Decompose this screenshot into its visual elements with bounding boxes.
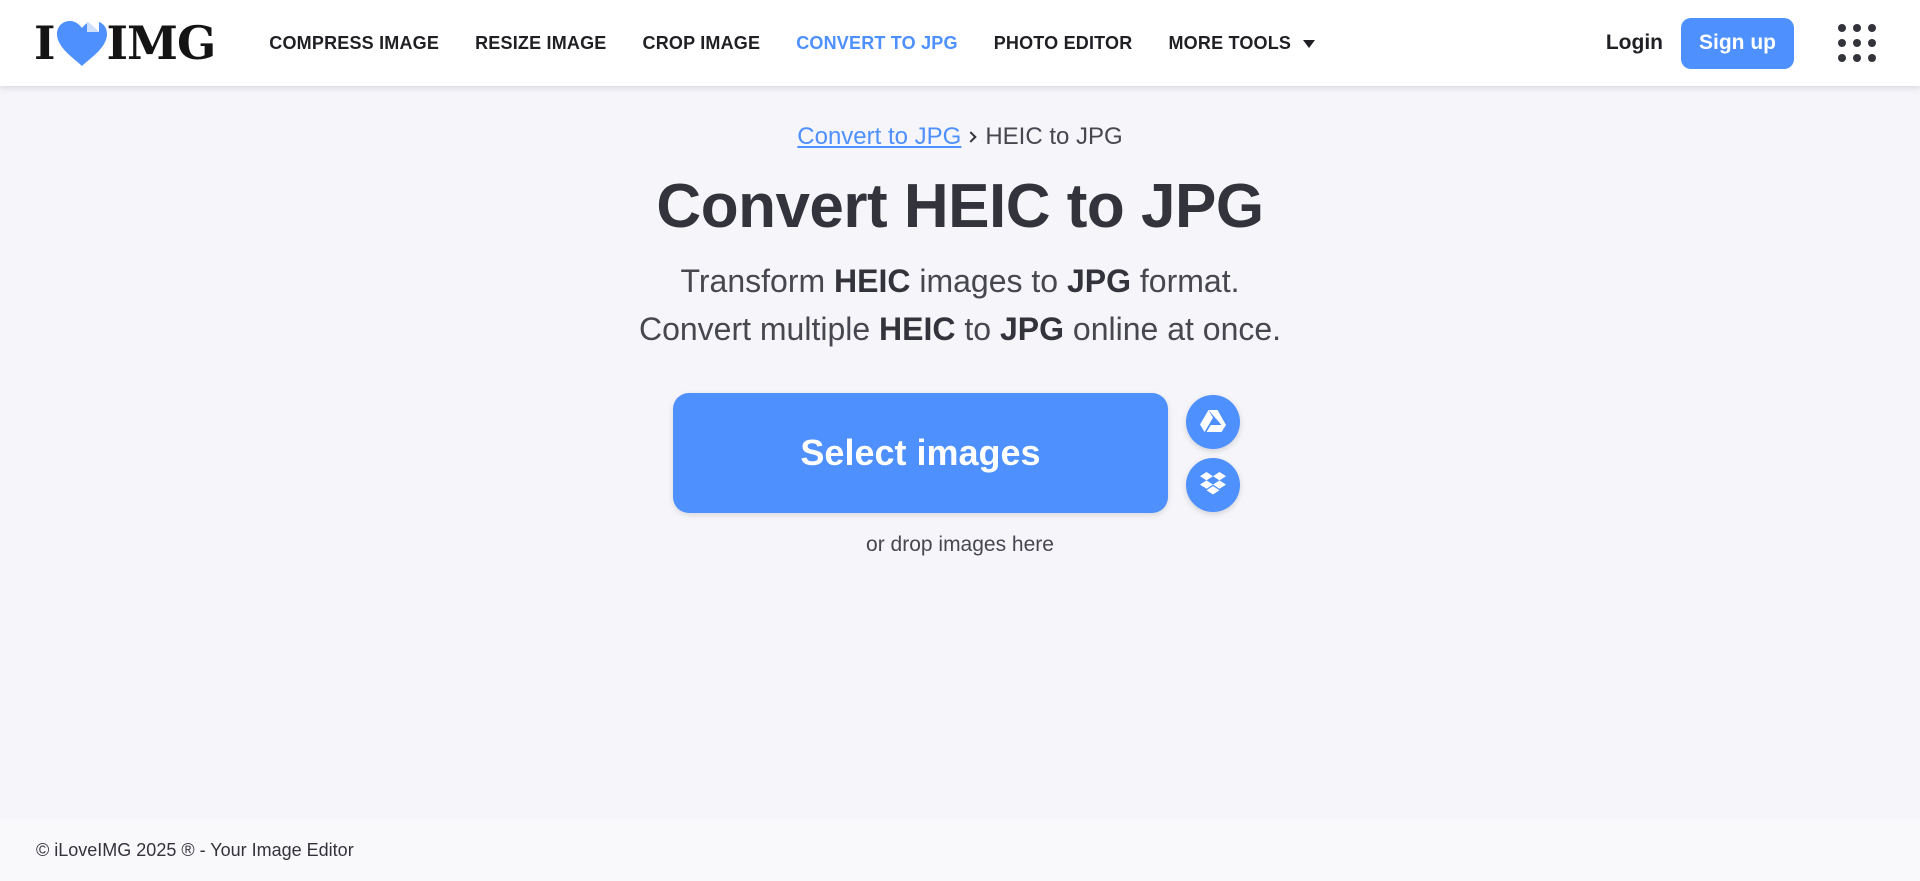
google-drive-icon — [1199, 409, 1227, 436]
nav-more-tools[interactable]: MORE TOOLS — [1168, 32, 1316, 54]
top-header: I IMG COMPRESS IMAGE RESIZE IMAGE CROP I… — [0, 0, 1920, 86]
page-title: Convert HEIC to JPG — [656, 172, 1264, 241]
footer-copyright: © iLoveIMG 2025 ® - Your Image Editor — [36, 839, 354, 860]
subtitle-line-2: Convert multiple HEIC to JPG online at o… — [638, 311, 1282, 347]
google-drive-button[interactable] — [1186, 395, 1240, 449]
header-actions: Login Sign up — [1606, 0, 1876, 86]
upload-area: Select images — [660, 393, 1260, 513]
apps-grid-icon[interactable] — [1838, 24, 1876, 62]
select-images-button[interactable]: Select images — [673, 393, 1168, 513]
nav-photo-editor[interactable]: PHOTO EDITOR — [994, 33, 1133, 54]
nav-label: CONVERT TO JPG — [796, 32, 958, 53]
caret-down-icon — [1303, 39, 1316, 48]
nav-resize-image[interactable]: RESIZE IMAGE — [475, 33, 606, 54]
nav-label: CROP IMAGE — [642, 32, 761, 53]
nav-label: RESIZE IMAGE — [475, 32, 607, 53]
nav-convert-to-jpg[interactable]: CONVERT TO JPG — [796, 33, 958, 54]
nav-crop-image[interactable]: CROP IMAGE — [643, 33, 761, 54]
site-logo[interactable]: I IMG — [34, 0, 217, 86]
breadcrumb: Convert to JPG HEIC to JPG — [0, 121, 1920, 153]
page-subtitle: Transform HEIC images to JPG format. Con… — [0, 257, 1920, 353]
nav-label: COMPRESS IMAGE — [269, 32, 440, 53]
chevron-right-icon — [965, 131, 978, 143]
dropbox-icon — [1199, 471, 1227, 500]
nav-label: PHOTO EDITOR — [993, 32, 1133, 53]
logo-text-right: IMG — [106, 16, 217, 70]
signup-button[interactable]: Sign up — [1681, 17, 1794, 69]
main-nav: COMPRESS IMAGE RESIZE IMAGE CROP IMAGE C… — [269, 0, 1351, 86]
subtitle-line-1: Transform HEIC images to JPG format. — [680, 263, 1240, 299]
drop-hint: or drop images here — [866, 533, 1054, 556]
breadcrumb-parent-link[interactable]: Convert to JPG — [797, 123, 961, 151]
breadcrumb-current: HEIC to JPG — [985, 123, 1123, 150]
nav-label: MORE TOOLS — [1168, 32, 1292, 53]
main-content: Convert to JPG HEIC to JPG Convert HEIC … — [0, 86, 1920, 819]
nav-compress-image[interactable]: COMPRESS IMAGE — [269, 33, 439, 54]
footer: © iLoveIMG 2025 ® - Your Image Editor — [0, 819, 1920, 881]
logo-text-left: I — [34, 16, 56, 70]
dropbox-button[interactable] — [1186, 458, 1240, 512]
heart-icon — [53, 18, 111, 68]
login-link[interactable]: Login — [1606, 31, 1663, 55]
